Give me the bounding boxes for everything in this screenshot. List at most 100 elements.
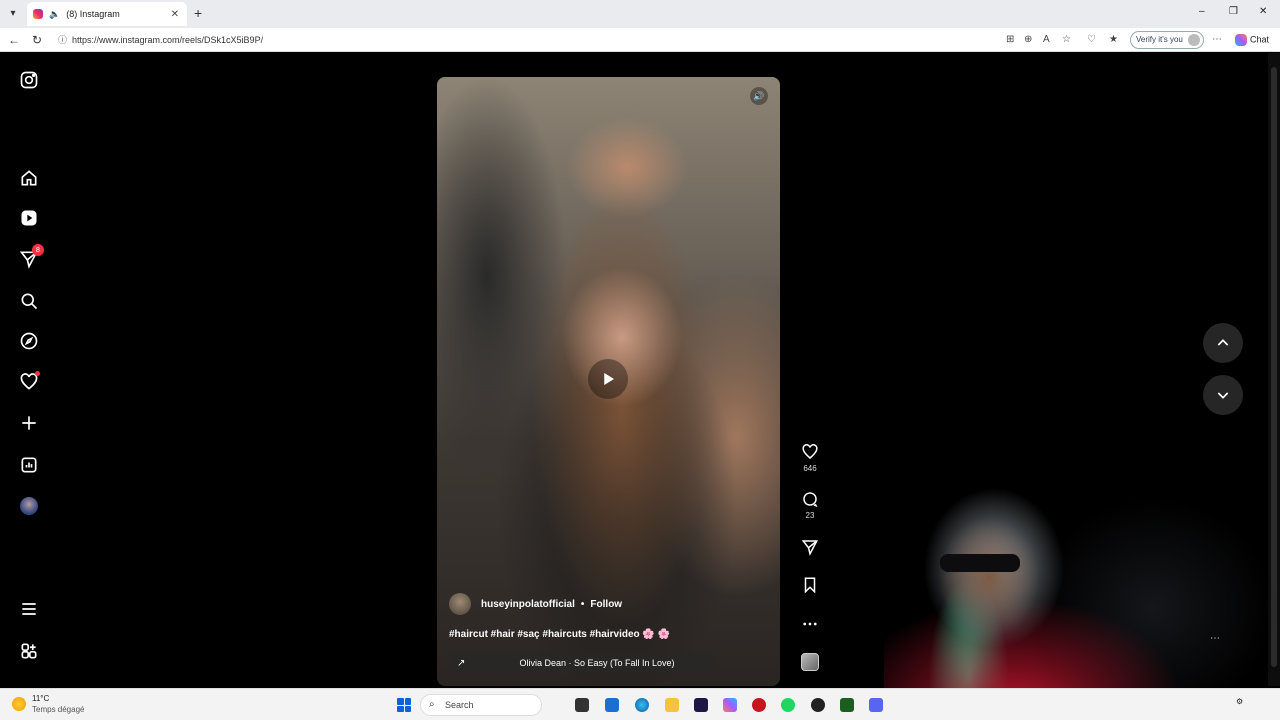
system-tray-icon[interactable]: ⚙ (1236, 697, 1243, 706)
home-icon[interactable] (18, 167, 40, 189)
audio-cover-image (801, 653, 819, 671)
new-tab-button[interactable]: + (194, 5, 202, 21)
obs-record-icon[interactable] (752, 698, 766, 712)
weather-widget[interactable]: 11°C Temps dégagé (12, 694, 84, 714)
author-avatar[interactable] (449, 593, 471, 615)
spotify-icon[interactable] (781, 698, 795, 712)
copilot-chat-button[interactable]: Chat (1235, 34, 1269, 46)
file-explorer-icon[interactable] (665, 698, 679, 712)
site-info-icon[interactable]: ⓘ (58, 31, 67, 49)
url-field[interactable]: ⓘ https://www.instagram.com/reels/DSk1cX… (56, 31, 996, 49)
share-icon (801, 540, 818, 556)
profile-picture (20, 497, 38, 515)
profile-avatar[interactable] (18, 495, 40, 517)
verify-label: Verify it's you (1136, 35, 1183, 44)
reel-caption[interactable]: #haircut #hair #saç #haircuts #hairvideo… (449, 629, 670, 640)
comment-icon (803, 492, 818, 508)
copilot-icon (1235, 34, 1247, 46)
bookmark-icon (804, 577, 816, 594)
browser-tab[interactable]: 🔈 (8) Instagram ✕ (27, 2, 187, 26)
close-window-button[interactable]: ✕ (1259, 6, 1267, 17)
audio-title: Olivia Dean · So Easy (To Fall In Love) (519, 658, 675, 668)
follow-button[interactable]: Follow (590, 599, 622, 610)
search-magnifier-icon: ⌕ (429, 699, 435, 710)
reel-author: huseyinpolatofficial • Follow (449, 593, 622, 615)
obs-studio-icon[interactable] (811, 698, 825, 712)
search-placeholder: Search (445, 700, 474, 710)
instagram-favicon-icon (33, 9, 43, 19)
terminal-app-icon[interactable] (840, 698, 854, 712)
store-icon[interactable] (605, 698, 619, 712)
overlay-more-icon[interactable]: ⋯ (1210, 633, 1220, 644)
also-from-meta-icon[interactable] (18, 640, 40, 662)
author-username[interactable]: huseyinpolatofficial (481, 599, 575, 610)
verify-profile-button[interactable]: Verify it's you (1130, 31, 1204, 49)
favorites-icon[interactable]: ★ (1109, 34, 1118, 45)
like-button[interactable]: 646 (798, 443, 822, 473)
more-options-button[interactable] (798, 615, 822, 633)
temperature: 11°C (32, 694, 50, 703)
tab-title: (8) Instagram (66, 9, 120, 19)
tab-actions-menu-icon[interactable]: ▾ (4, 4, 22, 22)
notifications-badge: 8 (32, 244, 44, 256)
chat-label: Chat (1250, 34, 1270, 45)
favorite-star-icon[interactable]: ☆ (1062, 34, 1071, 45)
premiere-pro-icon[interactable] (694, 698, 708, 712)
browser-essentials-icon[interactable]: ♡ (1087, 34, 1096, 45)
minimize-button[interactable]: – (1199, 6, 1205, 17)
more-menu-icon[interactable] (18, 598, 40, 620)
weather-description: Temps dégagé (32, 705, 85, 714)
taskbar-search[interactable]: ⌕ Search (420, 694, 542, 716)
back-icon[interactable]: ← (8, 33, 20, 47)
chevron-down-icon (1217, 392, 1229, 399)
messages-icon[interactable]: 8 (18, 244, 44, 270)
audio-link-arrow-icon: ↗ (457, 657, 466, 669)
edge-icon[interactable] (635, 698, 649, 712)
next-reel-button[interactable] (1203, 375, 1243, 415)
reels-icon[interactable] (18, 207, 40, 229)
audio-track-bar[interactable]: ↗ Olivia Dean · So Easy (To Fall In Love… (449, 653, 717, 673)
webcam-sunglasses (940, 554, 1020, 572)
url-text: https://www.instagram.com/reels/DSk1cX5i… (72, 35, 264, 45)
search-icon[interactable] (18, 290, 40, 312)
sunny-weather-icon (12, 697, 26, 711)
play-icon (604, 373, 614, 385)
create-plus-icon[interactable] (18, 412, 40, 434)
separator-dot: • (580, 598, 585, 610)
audio-thumbnail[interactable] (798, 653, 822, 671)
tab-close-button[interactable]: ✕ (171, 9, 179, 20)
chevron-up-icon (1217, 339, 1229, 346)
profile-avatar-icon (1188, 34, 1200, 46)
volume-icon[interactable]: 🔊 (750, 87, 768, 105)
more-options-icon[interactable]: ⋯ (1212, 34, 1222, 45)
speaker-icon[interactable]: 🔈 (49, 9, 60, 20)
notifications-heart-icon[interactable] (18, 371, 40, 393)
comment-button[interactable]: 23 (798, 490, 822, 520)
share-button[interactable] (798, 538, 822, 556)
sidebar: 8 (3, 53, 57, 686)
previous-reel-button[interactable] (1203, 323, 1243, 363)
app-available-icon[interactable]: ⊞ (1006, 34, 1014, 45)
play-button[interactable] (588, 359, 628, 399)
windows-start-icon[interactable] (397, 698, 411, 712)
dashboard-icon[interactable] (18, 454, 40, 476)
ellipsis-icon (803, 622, 817, 626)
reel-video[interactable]: 🔊 huseyinpolatofficial • Follow #haircut… (437, 77, 780, 686)
zoom-icon[interactable]: ⊕ (1024, 34, 1032, 45)
comment-count: 23 (805, 511, 815, 520)
task-view-icon[interactable] (575, 698, 589, 712)
streamer-webcam-overlay (884, 488, 1280, 720)
address-bar-row: ← ↻ ⓘ https://www.instagram.com/reels/DS… (0, 28, 1280, 52)
instagram-logo-icon[interactable] (18, 69, 40, 91)
maximize-button[interactable]: ❐ (1229, 6, 1238, 17)
read-aloud-icon[interactable]: A (1043, 34, 1050, 45)
discord-icon[interactable] (869, 698, 883, 712)
save-button[interactable] (798, 576, 822, 594)
heart-icon (802, 444, 818, 459)
browser-tab-bar: ▾ 🔈 (8) Instagram ✕ + – ❐ ✕ (0, 0, 1280, 28)
copilot-taskbar-icon[interactable] (723, 698, 737, 712)
refresh-icon[interactable]: ↻ (32, 33, 42, 47)
notification-dot (35, 371, 40, 376)
explore-compass-icon[interactable] (18, 330, 40, 352)
like-count: 646 (803, 464, 817, 473)
